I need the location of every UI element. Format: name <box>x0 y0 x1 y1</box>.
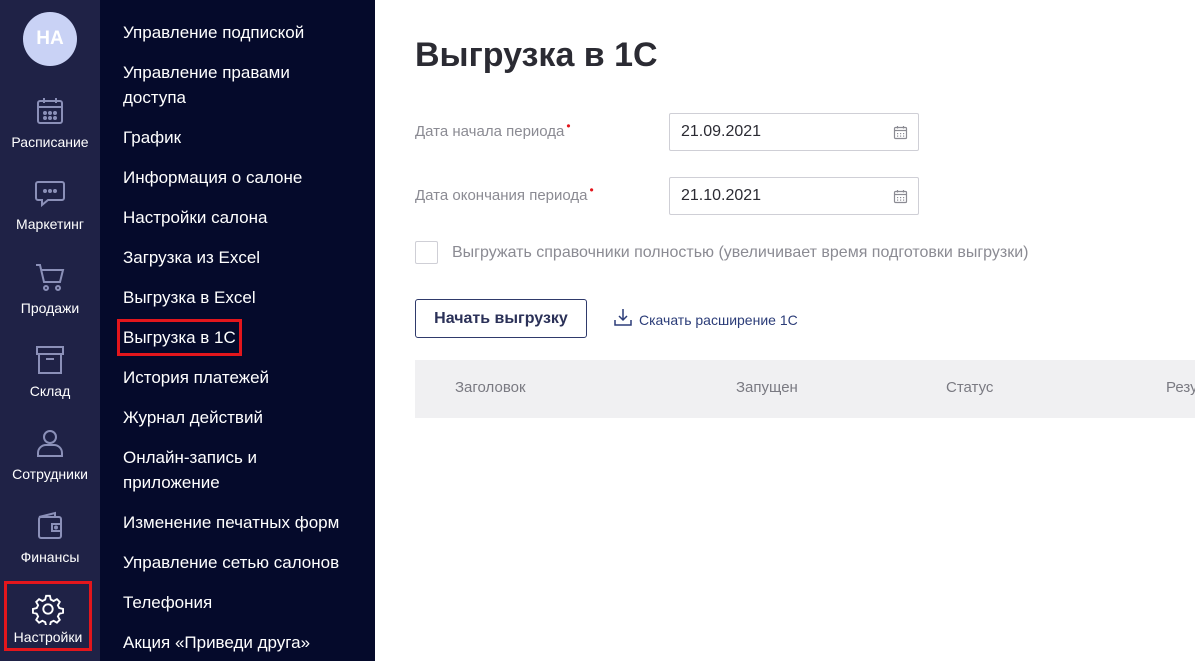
main-content: Выгрузка в 1С Дата начала периода • 21.09… <box>375 0 1195 661</box>
column-header-status[interactable]: Статус <box>946 379 993 396</box>
rail-item-staff[interactable]: Сотрудники <box>0 426 100 506</box>
start-date-value: 21.09.2021 <box>681 123 762 140</box>
table-header: Заголовок Запущен Статус Резу <box>415 360 1195 418</box>
submenu-item-online-booking[interactable]: Онлайн-запись и приложение <box>123 445 363 495</box>
rail-item-label: Сотрудники <box>12 466 88 482</box>
submenu-item-payment-history[interactable]: История платежей <box>123 365 363 390</box>
wallet-icon <box>38 511 62 539</box>
submenu-item-export-excel[interactable]: Выгрузка в Excel <box>123 285 363 310</box>
cart-icon <box>36 264 65 291</box>
icon-rail: НА Расписание Маркетинг Продажи Склад Со… <box>0 0 100 661</box>
start-date-input[interactable]: 21.09.2021 <box>669 113 919 151</box>
start-export-button[interactable]: Начать выгрузку <box>415 299 587 338</box>
rail-item-label: Склад <box>29 383 71 399</box>
submenu-item-salon-info[interactable]: Информация о салоне <box>123 165 363 190</box>
column-header-title[interactable]: Заголовок <box>455 379 526 396</box>
gear-icon <box>32 594 64 625</box>
end-date-input[interactable]: 21.10.2021 <box>669 177 919 215</box>
submenu-item-schedule[interactable]: График <box>123 125 363 150</box>
submenu-item-export-1c[interactable]: Выгрузка в 1С <box>117 319 242 356</box>
submenu-item-subscription[interactable]: Управление подпиской <box>123 20 363 45</box>
submenu-item-access-rights[interactable]: Управление правами доступа <box>123 60 363 110</box>
user-icon <box>37 430 63 457</box>
calendar-icon[interactable] <box>893 125 908 140</box>
download-1c-extension-link[interactable]: Скачать расширение 1С <box>613 307 798 328</box>
rail-item-label: Финансы <box>20 549 80 565</box>
rail-item-label: Настройки <box>13 629 83 645</box>
calendar-icon[interactable] <box>893 189 908 204</box>
submenu-item-action-log[interactable]: Журнал действий <box>123 405 363 430</box>
page-title: Выгрузка в 1С <box>415 36 658 74</box>
avatar[interactable]: НА <box>23 12 77 66</box>
submenu-item-referral[interactable]: Акция «Приведи друга» <box>123 630 363 655</box>
submenu-item-print-forms[interactable]: Изменение печатных форм <box>123 510 363 535</box>
end-date-label: Дата окончания периода • <box>415 183 594 204</box>
end-date-label-text: Дата окончания периода <box>415 187 588 204</box>
rail-item-warehouse[interactable]: Склад <box>0 343 100 423</box>
column-header-result[interactable]: Резу <box>1166 379 1195 396</box>
full-export-label[interactable]: Выгружать справочники полностью (увеличи… <box>452 244 1028 262</box>
rail-item-finance[interactable]: Финансы <box>0 509 100 589</box>
required-mark: • <box>589 183 594 197</box>
submenu-item-telephony[interactable]: Телефония <box>123 590 363 615</box>
required-mark: • <box>566 119 571 133</box>
column-header-started[interactable]: Запущен <box>736 379 798 396</box>
start-date-label-text: Дата начала периода <box>415 123 565 140</box>
settings-submenu: Управление подпиской Управление правами … <box>100 0 375 661</box>
calendar-icon <box>37 98 63 124</box>
rail-item-label: Маркетинг <box>15 216 85 232</box>
submenu-item-salon-network[interactable]: Управление сетью салонов <box>123 550 363 575</box>
full-export-checkbox[interactable] <box>415 241 438 264</box>
download-icon <box>614 309 632 326</box>
start-date-label: Дата начала периода • <box>415 119 571 140</box>
download-link-label: Скачать расширение 1С <box>639 312 798 328</box>
end-date-value: 21.10.2021 <box>681 187 762 204</box>
submenu-item-salon-settings[interactable]: Настройки салона <box>123 205 363 230</box>
rail-item-schedule[interactable]: Расписание <box>0 94 100 174</box>
rail-item-settings[interactable]: Настройки <box>4 581 92 651</box>
chat-icon <box>35 181 65 208</box>
rail-item-label: Продажи <box>20 300 80 316</box>
rail-item-label: Расписание <box>11 134 89 150</box>
box-icon <box>36 346 64 374</box>
rail-item-sales[interactable]: Продажи <box>0 260 100 340</box>
rail-item-marketing[interactable]: Маркетинг <box>0 176 100 256</box>
submenu-item-import-excel[interactable]: Загрузка из Excel <box>123 245 363 270</box>
